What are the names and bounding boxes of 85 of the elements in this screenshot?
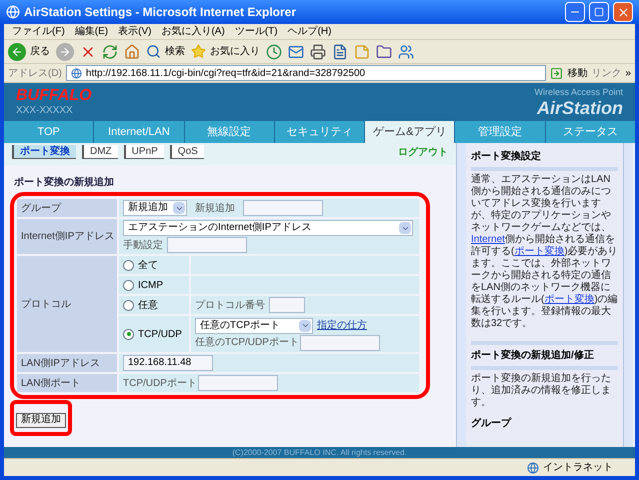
add-button[interactable]: 新規追加 — [16, 412, 66, 428]
dropdown-arrow-icon — [299, 320, 311, 332]
field-label: グループ — [17, 199, 117, 217]
help-title: ポート変換設定 — [471, 149, 542, 164]
messenger-icon[interactable] — [398, 44, 414, 60]
menu-item[interactable]: お気に入り(A) — [161, 24, 225, 39]
print-icon[interactable] — [310, 44, 326, 60]
zone-label: イントラネット — [543, 461, 613, 475]
back-button[interactable]: 戻る — [8, 42, 50, 60]
brand-logo: BUFFALO — [16, 87, 92, 105]
dropdown-arrow-icon — [173, 202, 185, 214]
edit-icon[interactable] — [332, 44, 348, 60]
star-icon — [191, 44, 206, 59]
field-label: プロトコル — [17, 256, 117, 352]
help-link[interactable]: 指定の仕方 — [317, 318, 367, 333]
field-label: プロトコル番号 — [195, 298, 265, 312]
home-icon[interactable] — [124, 44, 140, 60]
help-title: ポート変換の新規追加/修正 — [471, 348, 595, 363]
product-subtitle: Wireless Access Point — [534, 87, 623, 97]
manual-ip-field[interactable] — [167, 237, 247, 253]
field-label: 任意のTCP/UDPポート — [195, 336, 299, 350]
page-icon — [70, 68, 82, 78]
menu-item[interactable]: 編集(E) — [74, 24, 108, 39]
go-button[interactable]: 移動 — [550, 66, 588, 80]
help-paragraph: 通常、エアステーションはLAN側から開始される通信のみについてアドレス変換を行いますが、特定のアプリケーションやネットワークゲームなどでは、 Internet側から開始される通信を許可する(ポート変換)必要があります。ここでは、外部ネットワークから開始される特定の通信をLAN側のネットワーク機器に転送するルール(ポート変換)の編集を行います。登録情報の最大数は32です。 — [471, 174, 618, 330]
more-links[interactable]: » — [625, 66, 631, 80]
close-button[interactable] — [613, 2, 633, 22]
help-paragraph: ポート変換の新規追加を行ったり、追加済みの情報を修正します。 — [471, 373, 612, 409]
menu-item[interactable]: ファイル(F) — [12, 24, 65, 39]
history-icon[interactable] — [266, 44, 282, 60]
folder-icon[interactable] — [376, 44, 392, 60]
field-label: 新規追加 — [195, 202, 235, 216]
maximize-icon — [594, 7, 604, 17]
nav-tab[interactable]: ゲーム&アプリ — [365, 121, 454, 143]
help-link[interactable]: ポート変換 — [544, 294, 594, 305]
radio-button[interactable] — [123, 300, 134, 310]
address-label: アドレス(D) — [8, 66, 62, 80]
sub-tab[interactable]: DMZ — [82, 145, 118, 159]
address-field[interactable]: http://192.168.11.1/cgi-bin/cgi?req=tfr&id=21&rand=328792500 — [66, 65, 546, 81]
radio-label: ICMP — [138, 278, 163, 292]
maximize-button[interactable] — [589, 2, 609, 22]
dropdown-arrow-icon — [399, 222, 411, 234]
product-name: AirStation — [536, 97, 623, 119]
radio-label: 任意 — [138, 298, 158, 312]
refresh-icon[interactable] — [102, 44, 118, 60]
window-title: AirStation Settings - Microsoft Internet Explorer — [24, 4, 298, 21]
model-name: XXX-XXXXX — [16, 105, 74, 117]
field-label: Internet側IPアドレス — [17, 219, 117, 254]
radio-button[interactable] — [123, 280, 134, 290]
field-label: 手動設定 — [123, 238, 163, 252]
copyright-text: (C)2000-2007 BUFFALO INC. All rights reserved. — [232, 448, 407, 458]
zone-icon — [527, 462, 539, 474]
favorites-button[interactable]: お気に入り — [191, 44, 260, 59]
menu-item[interactable]: ヘルプ(H) — [288, 24, 332, 39]
menu-item[interactable]: 表示(V) — [118, 24, 152, 39]
search-icon — [146, 44, 161, 59]
close-icon — [616, 6, 630, 18]
help-title: グループ — [471, 416, 512, 431]
lan-ip-field[interactable]: 192.168.11.48 — [123, 355, 213, 371]
field-label: LAN側IPアドレス — [17, 354, 117, 372]
port-select[interactable]: 任意のTCPポート — [195, 318, 313, 334]
protocol-number-field[interactable] — [269, 297, 305, 313]
help-link[interactable]: ポート変換 — [514, 246, 564, 257]
ip-select[interactable]: エアステーションのInternet側IPアドレス — [123, 220, 413, 236]
port-field[interactable] — [300, 334, 380, 350]
sub-tab[interactable]: QoS — [170, 145, 204, 159]
radio-label: TCP/UDP — [138, 328, 182, 342]
help-link[interactable]: Internet — [471, 234, 505, 245]
radio-label: 全て — [138, 258, 158, 272]
lan-port-field[interactable] — [198, 375, 278, 391]
field-label: TCP/UDPポート — [123, 376, 197, 390]
group-name-field[interactable] — [243, 200, 323, 216]
search-button[interactable]: 検索 — [146, 44, 185, 59]
mail-icon[interactable] — [288, 44, 304, 60]
group-select[interactable]: 新規追加 — [123, 200, 187, 216]
radio-button[interactable] — [123, 328, 134, 340]
field-label: LAN側ポート — [17, 374, 117, 392]
sub-tab[interactable]: UPnP — [124, 145, 164, 159]
browser-icon — [6, 5, 20, 19]
sub-tab[interactable]: ポート変換 — [12, 145, 76, 159]
links-label: リンク — [591, 66, 622, 80]
radio-button[interactable] — [123, 260, 134, 270]
minimize-button[interactable] — [565, 2, 585, 22]
form-title: ポート変換の新規追加 — [14, 175, 115, 190]
menu-item[interactable]: ツール(T) — [234, 24, 278, 39]
